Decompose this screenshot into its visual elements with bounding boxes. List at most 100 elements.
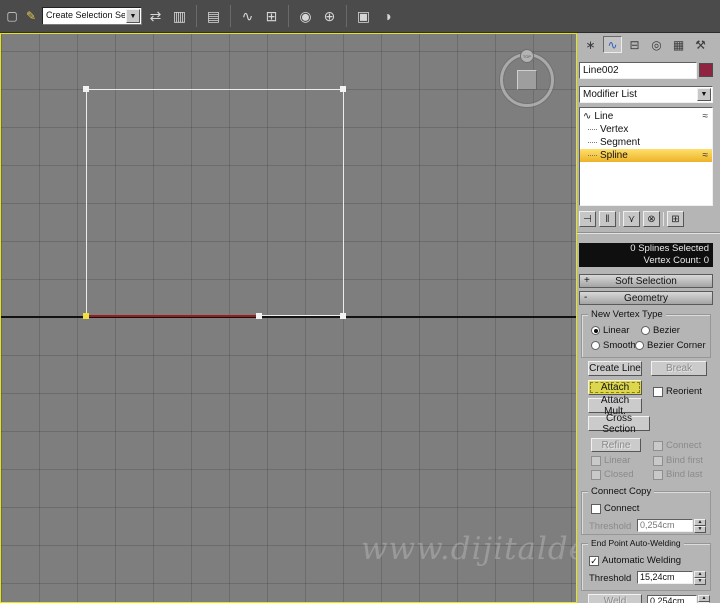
refine-button[interactable]: Refine	[591, 438, 641, 452]
vertex-bottom-right[interactable]	[340, 313, 346, 319]
attach-mult-button[interactable]: Attach Mult.	[588, 395, 642, 417]
object-color-swatch[interactable]	[699, 63, 713, 77]
tab-modify-icon[interactable]: ∿	[603, 36, 622, 53]
spinner-up-icon[interactable]: ▲	[694, 571, 706, 578]
make-unique-icon[interactable]: ⋎	[623, 211, 640, 227]
radio-bezier-corner[interactable]: Bezier Corner	[635, 340, 706, 351]
checkbox-icon	[591, 469, 601, 480]
radio-label: Linear	[603, 325, 630, 336]
weld-button[interactable]: Weld	[588, 594, 642, 603]
modifier-list-dropdown[interactable]: Modifier List ▼	[579, 86, 713, 103]
vertex-top-right[interactable]	[340, 86, 346, 92]
radio-dot-icon	[641, 326, 650, 335]
render-setup-icon[interactable]: ⊕	[319, 5, 340, 27]
toolbar-separator	[288, 5, 289, 27]
spinner-down-icon[interactable]: ▼	[694, 578, 706, 585]
checkbox-checked-icon: ✓	[589, 555, 599, 566]
stack-row-label: Vertex	[600, 124, 629, 135]
spinner-down-icon[interactable]: ▼	[694, 526, 706, 533]
cross-section-button[interactable]: Cross Section	[588, 413, 650, 435]
connect-threshold-spinner[interactable]: ▲ ▼	[694, 519, 706, 533]
reorient-checkbox[interactable]: Reorient	[653, 386, 702, 397]
toolbar-separator	[196, 5, 197, 27]
tab-utilities-icon[interactable]: ⚒	[691, 36, 710, 53]
connect-threshold-field[interactable]: 0,254cm	[637, 519, 693, 532]
checkbox-label: Bind last	[666, 469, 703, 480]
weld-threshold-spinner[interactable]: ▲ ▼	[694, 571, 706, 585]
dropdown-arrow-icon[interactable]: ▼	[126, 9, 140, 23]
rollout-geometry[interactable]: - Geometry	[579, 291, 713, 305]
attach-button[interactable]: Attach	[588, 380, 642, 395]
tree-line	[588, 142, 597, 143]
top-viewport[interactable]: TOP www.dijitalde	[0, 33, 577, 603]
radio-linear[interactable]: Linear	[591, 325, 629, 336]
connect-copy-checkbox[interactable]: Connect	[591, 503, 639, 514]
remove-modifier-icon[interactable]: ⊗	[643, 211, 660, 227]
linear-checkbox[interactable]: Linear	[591, 455, 630, 466]
threshold-label: Threshold	[589, 573, 632, 584]
spinner-up-icon[interactable]: ▲	[698, 595, 710, 602]
bind-last-checkbox[interactable]: Bind last	[653, 469, 702, 480]
stack-row-segment[interactable]: Segment	[580, 136, 712, 149]
closed-checkbox[interactable]: Closed	[591, 469, 634, 480]
connect-checkbox[interactable]: Connect	[653, 440, 701, 451]
configure-modifier-sets-icon[interactable]: ⊞	[667, 211, 684, 227]
app-window: ▢ ✎ Create Selection Se ▼ ⇄ ▥ ▤ ∿ ⊞ ◉ ⊕ …	[0, 0, 720, 603]
vertex-top-left[interactable]	[83, 86, 89, 92]
vertex-first-yellow[interactable]	[83, 313, 89, 319]
radio-dot-icon	[591, 341, 600, 350]
pin-stack-icon[interactable]: ⊣	[579, 211, 596, 227]
stack-row-line[interactable]: ∿ Line ≈	[580, 110, 712, 123]
stack-row-spline-selected[interactable]: Spline ≈	[580, 149, 712, 162]
rollout-soft-selection[interactable]: + Soft Selection	[579, 274, 713, 288]
tab-motion-icon[interactable]: ◎	[647, 36, 666, 53]
sub-object-wave-icon: ≈	[702, 150, 709, 161]
modifier-stack: ∿ Line ≈ Vertex Segment Spline ≈	[579, 107, 713, 206]
checkbox-label: Linear	[604, 455, 631, 466]
selection-status: 0 Splines Selected Vertex Count: 0	[579, 243, 713, 267]
panel-divider	[577, 232, 720, 234]
radio-bezier[interactable]: Bezier	[641, 325, 680, 336]
toolbar-separator	[619, 212, 620, 226]
checkbox-label: Connect	[666, 440, 702, 451]
manage-selection-sets-icon[interactable]: ▢	[4, 5, 20, 27]
spline-rectangle[interactable]	[86, 89, 344, 316]
tab-display-icon[interactable]: ▦	[669, 36, 688, 53]
radio-smooth[interactable]: Smooth	[591, 340, 636, 351]
compass-center-handle[interactable]	[517, 70, 537, 90]
break-button[interactable]: Break	[651, 361, 707, 376]
mirror-icon[interactable]: ⇄	[145, 5, 166, 27]
tab-hierarchy-icon[interactable]: ⊟	[625, 36, 644, 53]
status-vertex-count: Vertex Count: 0	[643, 255, 709, 266]
view-compass[interactable]: TOP	[500, 49, 554, 107]
group-title: New Vertex Type	[588, 309, 666, 320]
stack-toolbar: ⊣ ‖ ⋎ ⊗ ⊞	[579, 210, 713, 228]
compass-north-knob[interactable]: TOP	[520, 49, 534, 63]
tab-create-icon[interactable]: ∗	[581, 36, 600, 53]
named-selection-sets-dropdown[interactable]: Create Selection Se ▼	[42, 7, 142, 25]
dropdown-arrow-icon[interactable]: ▼	[697, 88, 711, 101]
show-end-result-icon[interactable]: ‖	[599, 211, 616, 227]
curve-editor-icon[interactable]: ∿	[237, 5, 258, 27]
align-icon[interactable]: ▥	[169, 5, 190, 27]
automatic-welding-checkbox[interactable]: ✓ Automatic Welding	[589, 555, 681, 566]
bind-first-checkbox[interactable]: Bind first	[653, 455, 703, 466]
weld-threshold-field[interactable]: 15,24cm	[637, 571, 693, 584]
weld-value-field[interactable]: 0,254cm	[647, 595, 697, 603]
stack-row-vertex[interactable]: Vertex	[580, 123, 712, 136]
edit-named-selections-icon[interactable]: ✎	[23, 5, 39, 27]
object-name-field[interactable]: Line002	[579, 62, 697, 79]
stack-row-label: Segment	[600, 137, 641, 148]
weld-value-spinner[interactable]: ▲ ▼	[698, 595, 710, 603]
schematic-view-icon[interactable]: ⊞	[261, 5, 282, 27]
radio-label: Bezier Corner	[647, 340, 706, 351]
rendered-frame-window-icon[interactable]: ▣	[353, 5, 374, 27]
layer-manager-icon[interactable]: ▤	[203, 5, 224, 27]
vertex-bottom-middle[interactable]	[256, 313, 262, 319]
tree-line	[588, 155, 597, 156]
material-editor-icon[interactable]: ◉	[295, 5, 316, 27]
spinner-up-icon[interactable]: ▲	[694, 519, 706, 526]
create-line-button[interactable]: Create Line	[588, 361, 642, 376]
command-panel-tabs: ∗ ∿ ⊟ ◎ ▦ ⚒	[581, 36, 710, 53]
render-production-icon[interactable]: ◑	[377, 5, 398, 27]
